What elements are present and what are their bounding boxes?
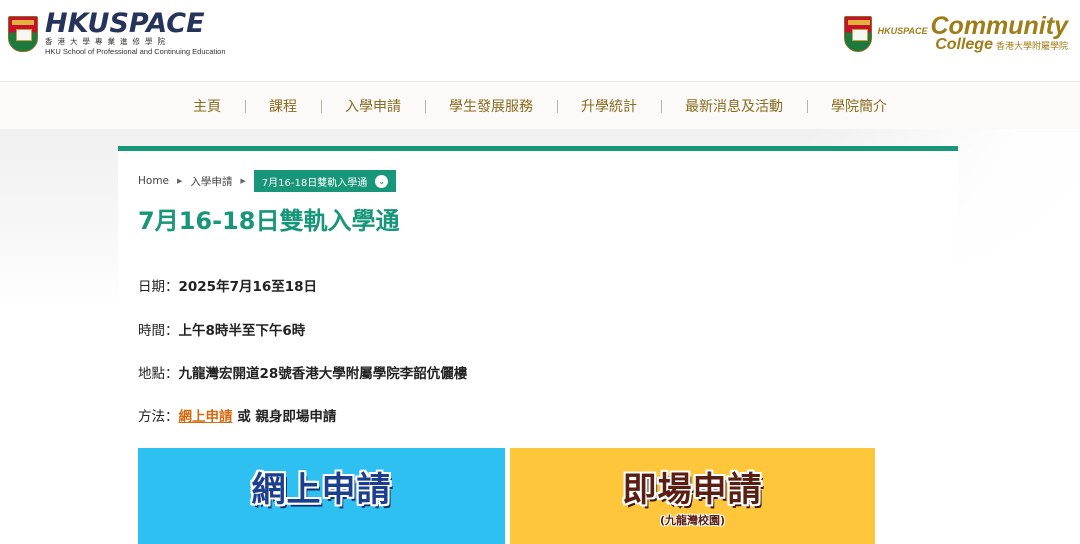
breadcrumb-admission[interactable]: 入學申請	[190, 174, 232, 189]
online-application-link[interactable]: 網上申請	[179, 409, 233, 425]
method-label: 方法：	[138, 409, 179, 425]
page-title: 7月16-18日雙軌入學通	[138, 207, 400, 235]
caret-right-icon: ▶	[177, 177, 183, 185]
onsite-banner-title: 即場申請	[622, 470, 763, 510]
cc-hkuspace-text: HKUSPACE	[877, 26, 928, 36]
time-line: 時間：上午8時半至下午6時	[138, 319, 305, 339]
site-header: HKUSPACE 香港大學專業進修學院 HKU School of Profes…	[0, 0, 1080, 82]
breadcrumb: Home ▶ 入學申請 ▶ 7月16-18日雙軌入學通 ⌄	[138, 170, 397, 192]
chevron-down-icon[interactable]: ⌄	[375, 174, 389, 188]
hkuspace-english-name: HKU School of Professional and Continuin…	[45, 47, 226, 56]
venue-value: 九龍灣宏開道28號香港大學附屬學院李韶伉儷樓	[178, 366, 468, 382]
online-application-banner[interactable]: 網上申請	[138, 448, 505, 544]
date-value: 2025年7月16至18日	[178, 279, 318, 295]
date-label: 日期：	[138, 279, 179, 295]
cc-chinese-name: 香港大學附屬學院	[995, 42, 1068, 52]
nav-item-home[interactable]: 主頁	[169, 96, 245, 116]
cc-college-text: College	[935, 36, 993, 53]
main-nav: 主頁 課程 入學申請 學生發展服務 升學統計 最新消息及活動 學院簡介	[0, 83, 1080, 129]
hku-crest-icon	[843, 16, 872, 52]
breadcrumb-current-label: 7月16-18日雙軌入學通	[261, 177, 368, 189]
nav-item-admission[interactable]: 入學申請	[321, 96, 425, 116]
time-value: 上午8時半至下午6時	[178, 323, 306, 339]
nav-item-articulation-stats[interactable]: 升學統計	[557, 96, 661, 116]
breadcrumb-home[interactable]: Home	[138, 175, 169, 187]
caret-right-icon: ▶	[240, 177, 246, 185]
nav-item-courses[interactable]: 課程	[245, 96, 321, 116]
hkuspace-logo[interactable]: HKUSPACE 香港大學專業進修學院 HKU School of Profes…	[8, 8, 226, 56]
cc-community-text: Community	[930, 12, 1069, 40]
hkuspace-chinese-name: 香港大學專業進修學院	[45, 37, 170, 46]
nav-item-about[interactable]: 學院簡介	[807, 96, 911, 116]
online-banner-title: 網上申請	[251, 470, 392, 510]
content-panel: Home ▶ 入學申請 ▶ 7月16-18日雙軌入學通 ⌄ 7月16-18日雙軌…	[118, 146, 958, 544]
venue-line: 地點：九龍灣宏開道28號香港大學附屬學院李韶伉儷樓	[138, 362, 467, 382]
date-line: 日期：2025年7月16至18日	[138, 275, 317, 295]
onsite-banner-subtitle: (九龍灣校園)	[659, 514, 726, 527]
method-rest: 或 親身即場申請	[232, 409, 337, 425]
venue-label: 地點：	[138, 366, 179, 382]
hkuspace-wordmark: HKUSPACE	[45, 8, 205, 39]
breadcrumb-current[interactable]: 7月16-18日雙軌入學通 ⌄	[253, 170, 397, 192]
hku-crest-icon	[8, 16, 38, 52]
onsite-application-banner[interactable]: 即場申請 (九龍灣校園)	[510, 448, 875, 544]
method-line: 方法：網上申請 或 親身即場申請	[138, 405, 336, 425]
nav-item-student-development[interactable]: 學生發展服務	[425, 96, 557, 116]
community-college-logo[interactable]: HKUSPACE Community College 香港大學附屬學院	[843, 12, 1069, 54]
nav-item-news-events[interactable]: 最新消息及活動	[661, 96, 807, 116]
time-label: 時間：	[138, 323, 179, 339]
